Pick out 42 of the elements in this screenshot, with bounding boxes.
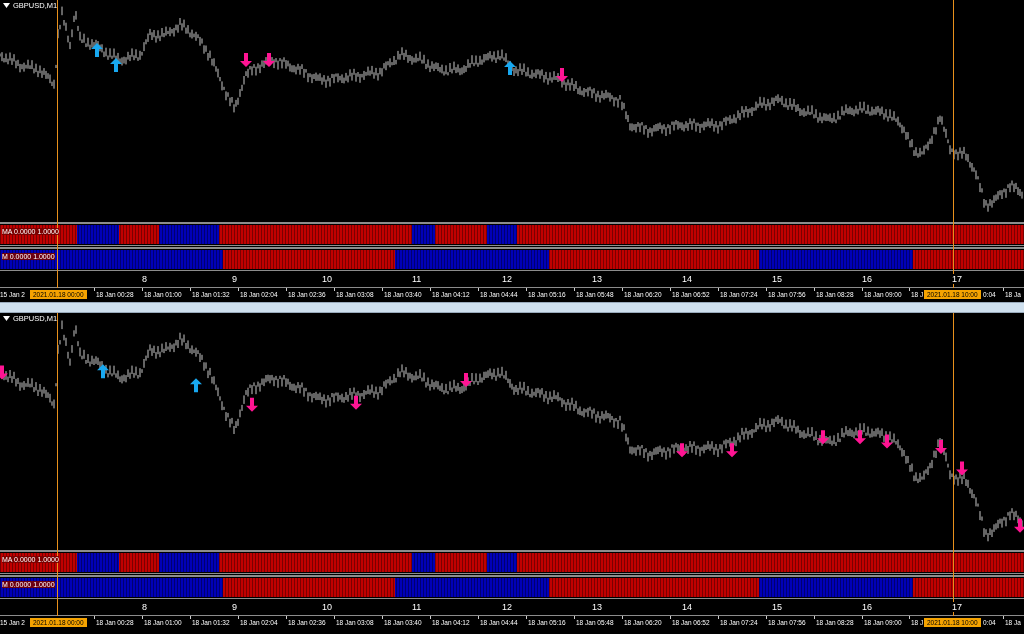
- scale-label: 15: [771, 602, 783, 612]
- scale-label: 8: [141, 602, 148, 612]
- down-arrow-icon: [881, 434, 893, 449]
- down-arrow-icon: [240, 53, 252, 67]
- scale-label: 17: [951, 602, 963, 612]
- down-arrow-icon: [350, 395, 362, 410]
- scale-label: 10: [321, 602, 333, 612]
- scale-label: 13: [591, 274, 603, 284]
- scale-label: 12: [501, 274, 513, 284]
- down-arrow-icon: [246, 397, 258, 412]
- up-arrow-icon: [110, 58, 122, 72]
- down-arrow-icon: [854, 430, 866, 445]
- up-arrow-icon: [504, 61, 516, 75]
- down-arrow-icon: [556, 68, 568, 82]
- scale-label: 11: [411, 602, 423, 612]
- down-arrow-icon: [676, 443, 688, 458]
- down-arrow-icon: [0, 365, 8, 380]
- up-arrow-icon: [190, 378, 202, 393]
- up-arrow-icon: [91, 43, 103, 57]
- down-arrow-icon: [726, 443, 738, 458]
- scale-label: 11: [411, 274, 423, 284]
- up-arrow-icon: [97, 364, 109, 379]
- dropdown-triangle-icon[interactable]: [3, 3, 10, 8]
- down-arrow-icon: [817, 430, 829, 445]
- scale-label: 16: [861, 274, 873, 284]
- down-arrow-icon: [1014, 518, 1024, 533]
- down-arrow-icon: [956, 461, 968, 476]
- scale-label: 14: [681, 274, 693, 284]
- scale-label: 12: [501, 602, 513, 612]
- scale-label: 9: [231, 602, 238, 612]
- scale-label: 10: [321, 274, 333, 284]
- dropdown-triangle-icon[interactable]: [3, 316, 10, 321]
- down-arrow-icon: [935, 439, 947, 454]
- down-arrow-icon: [263, 53, 275, 67]
- scale-label: 17: [951, 274, 963, 284]
- down-arrow-icon: [460, 372, 472, 387]
- scale-label: 13: [591, 602, 603, 612]
- scale-label: 8: [141, 274, 148, 284]
- scale-label: 14: [681, 602, 693, 612]
- scale-label: 16: [861, 602, 873, 612]
- scale-label: 15: [771, 274, 783, 284]
- scale-label: 9: [231, 274, 238, 284]
